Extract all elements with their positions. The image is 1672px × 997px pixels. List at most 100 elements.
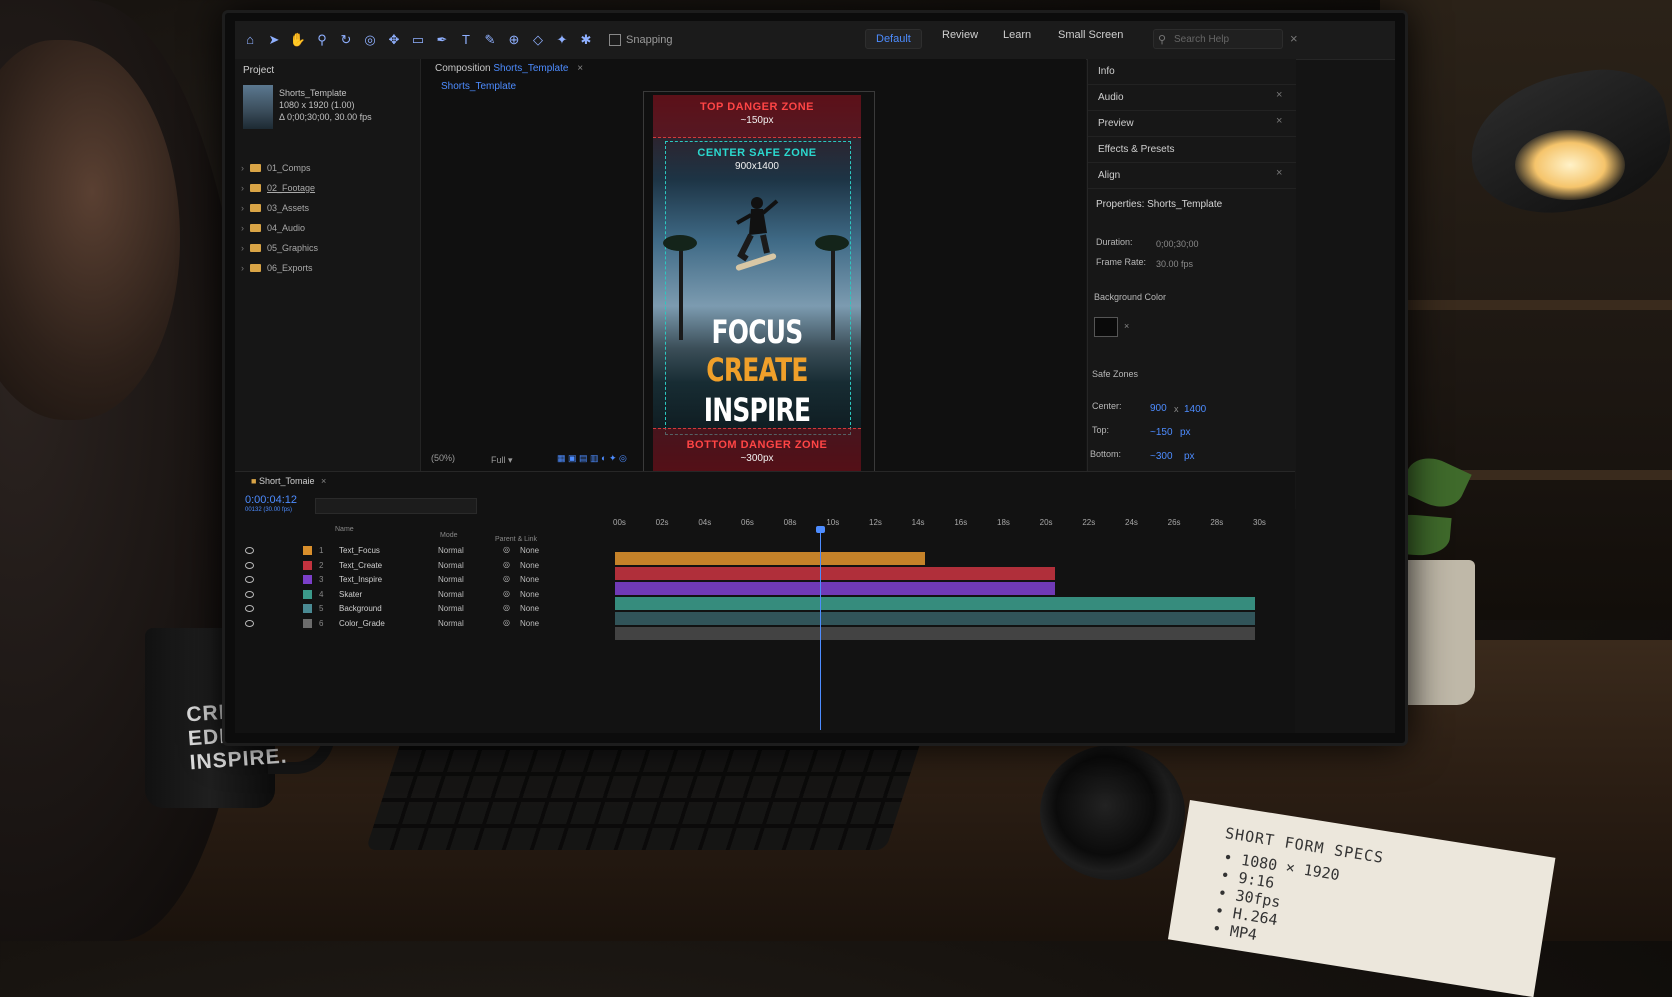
workspace-small-screen[interactable]: Small Screen [1058, 29, 1123, 41]
panel-preview[interactable]: Preview [1088, 111, 1296, 137]
layer-mode-select[interactable]: Normal [438, 575, 464, 584]
pickwhip-icon[interactable]: ◎ [503, 560, 510, 569]
zoom-tool-icon[interactable]: ⚲ [313, 31, 331, 49]
current-timecode[interactable]: 0:00:04:12 [245, 494, 297, 506]
folder-exports[interactable]: › 06_Exports [241, 263, 313, 273]
track-bar[interactable] [615, 582, 1055, 595]
pan-tool-icon[interactable]: ✥ [385, 31, 403, 49]
zoom-select[interactable]: (50%) [431, 453, 455, 463]
resolution-select[interactable]: Full ▾ [491, 455, 513, 466]
label-color-swatch[interactable] [303, 604, 312, 613]
folder-graphics[interactable]: › 05_Graphics [241, 243, 318, 253]
selection-tool-icon[interactable]: ➤ [265, 31, 283, 49]
type-tool-icon[interactable]: T [457, 31, 475, 49]
brush-tool-icon[interactable]: ✎ [481, 31, 499, 49]
track-bar[interactable] [615, 552, 925, 565]
layer-row[interactable]: 5 Background Normal ◎ None [235, 602, 605, 616]
label-color-swatch[interactable] [303, 546, 312, 555]
close-icon[interactable]: × [1276, 89, 1282, 101]
pickwhip-icon[interactable]: ◎ [503, 589, 510, 598]
layer-row[interactable]: 2 Text_Create Normal ◎ None [235, 559, 605, 573]
label-color-swatch[interactable] [303, 618, 312, 628]
eye-icon[interactable] [245, 576, 254, 583]
track-bar[interactable] [615, 612, 1255, 625]
top-value[interactable]: ~150 [1150, 427, 1173, 438]
layer-search-input[interactable] [315, 498, 477, 514]
folder-comps[interactable]: › 01_Comps [241, 163, 311, 173]
layer-parent-select[interactable]: None [520, 619, 539, 628]
layer-row[interactable]: 4 Skater Normal ◎ None [235, 588, 605, 602]
eye-icon[interactable] [245, 605, 254, 612]
layer-parent-select[interactable]: None [520, 561, 539, 570]
eye-icon[interactable] [245, 547, 254, 554]
layer-name[interactable]: Background [339, 604, 382, 613]
layer-row[interactable]: 6 Color_Grade Normal ◎ None [235, 617, 605, 631]
layer-mode-select[interactable]: Normal [438, 619, 464, 628]
puppet-tool-icon[interactable]: ✱ [577, 31, 595, 49]
eye-icon[interactable] [245, 561, 254, 569]
search-input[interactable]: ⚲ Search Help [1153, 29, 1283, 49]
layer-name[interactable]: Skater [339, 590, 362, 599]
label-color-swatch[interactable] [303, 589, 312, 599]
center-height-value[interactable]: 1400 [1184, 404, 1206, 415]
panel-audio[interactable]: Audio [1088, 85, 1296, 111]
folder-footage[interactable]: › 02_Footage [241, 183, 315, 193]
comp-breadcrumb[interactable]: Shorts_Template [441, 81, 516, 92]
timeline-tab[interactable]: ■ Short_Tomaie × [251, 476, 326, 486]
layer-name[interactable]: Text_Create [339, 561, 382, 570]
eye-icon[interactable] [245, 619, 254, 627]
layer-parent-select[interactable]: None [520, 590, 539, 599]
layer-mode-select[interactable]: Normal [438, 561, 464, 570]
layer-name[interactable]: Text_Inspire [339, 575, 382, 584]
panel-effects-presets[interactable]: Effects & Presets [1088, 137, 1296, 163]
layer-name[interactable]: Color_Grade [339, 619, 385, 628]
grid-toggle-icon[interactable]: ▦ ▣ ▤ ▥ ◐ ✦ ◎ [557, 453, 627, 464]
folder-audio[interactable]: › 04_Audio [241, 223, 305, 233]
center-width-value[interactable]: 900 [1150, 403, 1167, 414]
close-icon[interactable]: × [1290, 31, 1298, 46]
layer-row[interactable]: 1 Text_Focus Normal ◎ None [235, 544, 605, 558]
layer-mode-select[interactable]: Normal [438, 604, 464, 613]
layer-mode-select[interactable]: Normal [438, 546, 464, 555]
close-icon[interactable]: × [1276, 115, 1282, 127]
bottom-value[interactable]: ~300 [1150, 451, 1173, 462]
composition-canvas[interactable]: TOP DANGER ZONE ~150px CENTER SAFE ZONE … [653, 95, 861, 479]
label-color-swatch[interactable] [303, 575, 312, 584]
layer-parent-select[interactable]: None [520, 546, 539, 555]
snapping-toggle[interactable]: Snapping [609, 34, 673, 46]
column-mode[interactable]: Mode [440, 532, 458, 539]
eye-icon[interactable] [245, 590, 254, 598]
layer-row[interactable]: 3 Text_Inspire Normal ◎ None [235, 573, 605, 587]
pickwhip-icon[interactable]: ◎ [503, 545, 510, 554]
duration-value[interactable]: 0;00;30;00 [1156, 239, 1199, 249]
eraser-tool-icon[interactable]: ◇ [529, 31, 547, 49]
pickwhip-icon[interactable]: ◎ [503, 574, 510, 583]
track-bar[interactable] [615, 597, 1255, 610]
stamp-tool-icon[interactable]: ⊕ [505, 31, 523, 49]
pen-tool-icon[interactable]: ✒ [433, 31, 451, 49]
label-color-swatch[interactable] [303, 560, 312, 570]
layer-mode-select[interactable]: Normal [438, 590, 464, 599]
workspace-review[interactable]: Review [942, 29, 978, 41]
project-tab[interactable]: Project [243, 65, 274, 76]
home-icon[interactable]: ⌂ [241, 31, 259, 49]
hand-tool-icon[interactable]: ✋ [289, 31, 307, 49]
track-bar[interactable] [615, 567, 1055, 580]
panel-align[interactable]: Align [1088, 163, 1296, 189]
pickwhip-icon[interactable]: ◎ [503, 618, 510, 627]
bgcolor-swatch[interactable] [1094, 317, 1118, 337]
roto-tool-icon[interactable]: ✦ [553, 31, 571, 49]
shape-tool-icon[interactable]: ▭ [409, 31, 427, 49]
camera-tool-icon[interactable]: ◎ [361, 31, 379, 49]
workspace-default[interactable]: Default [865, 29, 922, 49]
framerate-value[interactable]: 30.00 fps [1156, 259, 1193, 269]
close-icon[interactable]: × [577, 63, 583, 74]
column-parent[interactable]: Parent & Link [495, 536, 537, 543]
reset-icon[interactable]: × [1124, 321, 1129, 331]
close-icon[interactable]: × [1276, 167, 1282, 179]
track-bar[interactable] [615, 627, 1255, 640]
folder-assets[interactable]: › 03_Assets [241, 203, 309, 213]
pickwhip-icon[interactable]: ◎ [503, 603, 510, 612]
workspace-learn[interactable]: Learn [1003, 29, 1031, 41]
layer-parent-select[interactable]: None [520, 604, 539, 613]
